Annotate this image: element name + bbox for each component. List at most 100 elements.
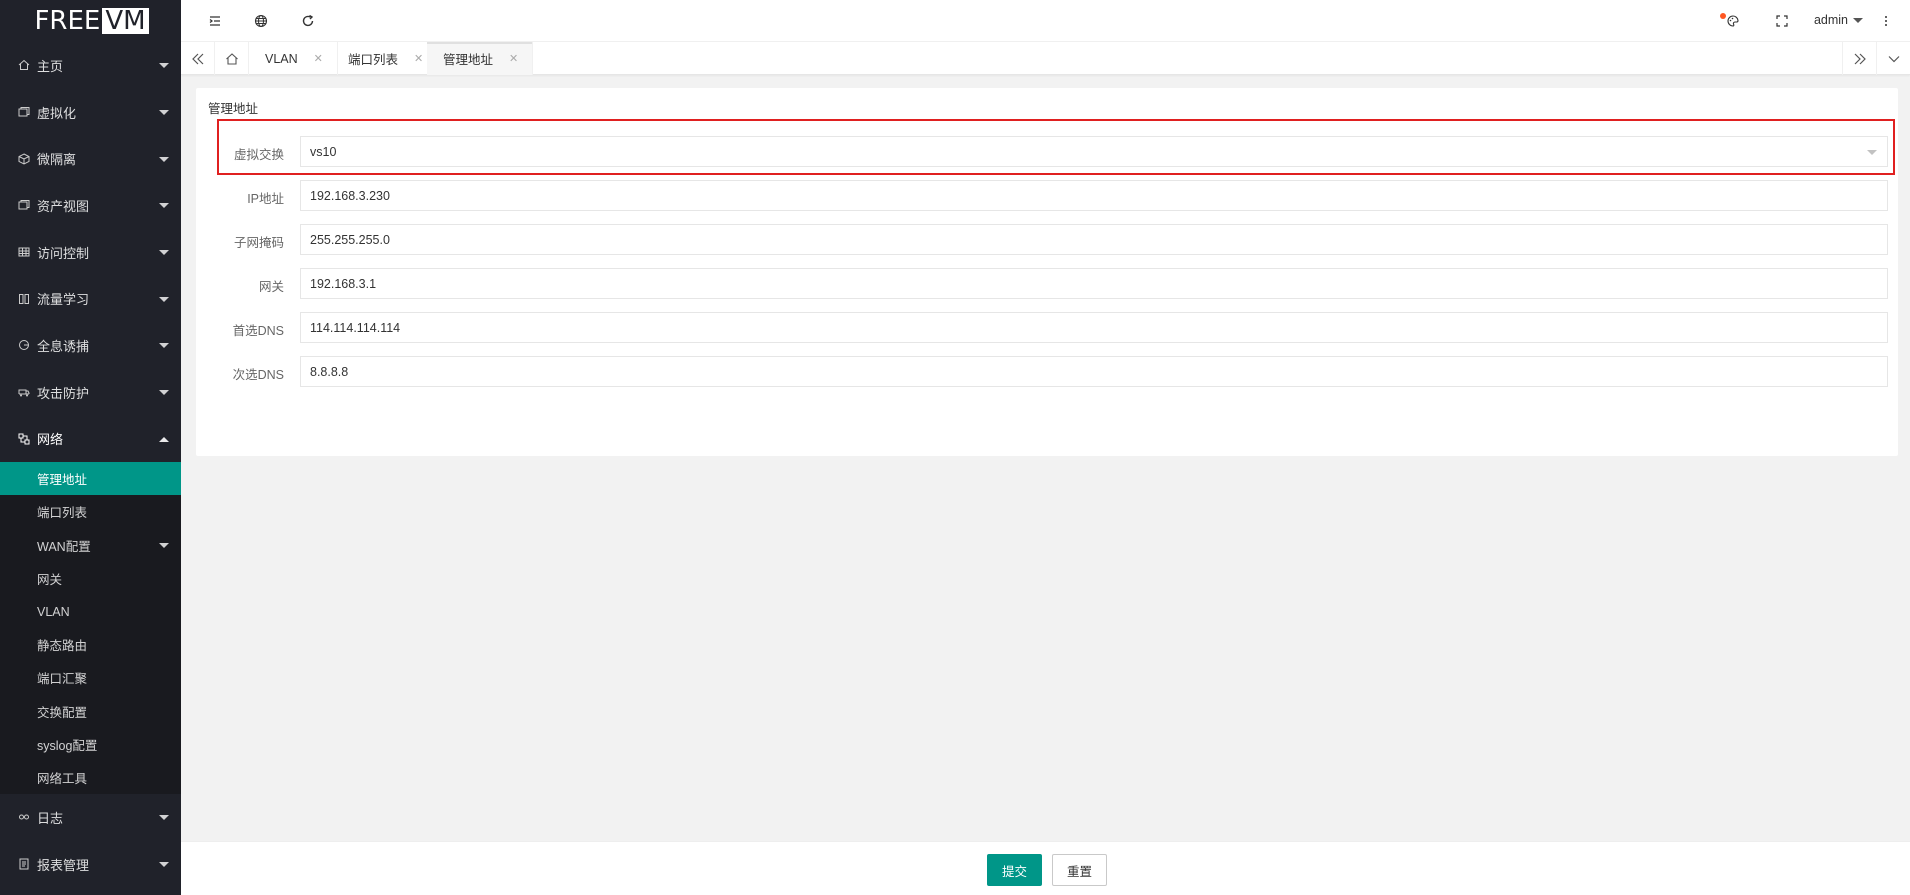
close-icon[interactable]: ✕ bbox=[509, 52, 518, 65]
form-row-virtual-switch: 虚拟交换 vs10 bbox=[196, 136, 1898, 167]
home-icon bbox=[225, 52, 238, 65]
chevron-up-icon bbox=[159, 436, 169, 442]
field-label: 首选DNS bbox=[232, 324, 284, 338]
network-submenu: 管理地址 端口列表 WAN配置 网关 VLAN 静态路由 端口汇聚 交换配置 s… bbox=[0, 462, 181, 795]
sidebar-item-honeypot[interactable]: 全息诱捕 bbox=[0, 322, 181, 369]
sidebar-subitem-network-tools[interactable]: 网络工具 bbox=[0, 761, 181, 794]
user-menu[interactable]: admin bbox=[1814, 13, 1863, 27]
grid-icon bbox=[18, 246, 30, 258]
sidebar-item-report-management[interactable]: 报表管理 bbox=[0, 841, 181, 888]
file-icon bbox=[18, 858, 30, 870]
tab-label: 管理地址 bbox=[443, 53, 494, 67]
ip-address-input[interactable]: 192.168.3.230 bbox=[300, 180, 1888, 211]
sidebar-item-label: 主页 bbox=[37, 58, 64, 74]
sidebar-subitem-vlan[interactable]: VLAN bbox=[0, 595, 181, 628]
sidebar-subitem-wan-config[interactable]: WAN配置 bbox=[0, 529, 181, 562]
menu-collapse-icon[interactable] bbox=[208, 14, 222, 28]
sidebar-item-label: 日志 bbox=[37, 810, 64, 826]
target-icon bbox=[18, 339, 30, 351]
sidebar-item-access-control[interactable]: 访问控制 bbox=[0, 229, 181, 276]
close-icon[interactable]: ✕ bbox=[414, 52, 423, 65]
field-label: 虚拟交换 bbox=[233, 148, 284, 162]
tab-home[interactable] bbox=[215, 42, 249, 75]
virtual-switch-select[interactable]: vs10 bbox=[300, 136, 1888, 167]
chevron-down-icon bbox=[159, 110, 169, 116]
chevron-down-icon bbox=[159, 543, 169, 549]
chevron-down-icon bbox=[159, 862, 169, 868]
tabs-menu-button[interactable] bbox=[1876, 42, 1910, 75]
sidebar-item-logs[interactable]: 日志 bbox=[0, 794, 181, 841]
form-row-subnet-mask: 子网掩码 255.255.255.0 bbox=[196, 224, 1898, 255]
chevron-down-icon bbox=[1888, 55, 1899, 62]
sidebar-item-label: 网络 bbox=[37, 432, 64, 448]
fullscreen-icon[interactable] bbox=[1775, 14, 1789, 28]
sidebar-item-traffic-learning[interactable]: 流量学习 bbox=[0, 275, 181, 322]
sidebar-item-micro-isolation[interactable]: 微隔离 bbox=[0, 135, 181, 182]
theme-palette-icon[interactable] bbox=[1726, 14, 1740, 28]
more-vertical-icon[interactable] bbox=[1879, 14, 1893, 28]
refresh-icon[interactable] bbox=[301, 14, 315, 28]
globe-icon[interactable] bbox=[254, 14, 268, 28]
network-icon bbox=[18, 433, 30, 445]
tab-label: 端口列表 bbox=[348, 53, 399, 67]
sidebar-item-network[interactable]: 网络 bbox=[0, 416, 181, 463]
chevron-down-icon bbox=[159, 203, 169, 209]
sidebar-subitem-management-address[interactable]: 管理地址 bbox=[0, 462, 181, 496]
sidebar-item-attack-protection[interactable]: 攻击防护 bbox=[0, 369, 181, 416]
user-name: admin bbox=[1813, 13, 1848, 27]
tabs-bar: VLAN ✕ 端口列表 ✕ 管理地址 ✕ bbox=[181, 42, 1910, 75]
home-icon bbox=[18, 59, 30, 71]
sidebar-subitem-gateway[interactable]: 网关 bbox=[0, 562, 181, 595]
field-label: 网关 bbox=[258, 280, 284, 294]
form-row-primary-dns: 首选DNS 114.114.114.114 bbox=[196, 312, 1898, 343]
chevron-down-icon bbox=[159, 296, 169, 302]
chevron-down-icon bbox=[1853, 17, 1863, 23]
sidebar-item-virtualization[interactable]: 虚拟化 bbox=[0, 89, 181, 136]
reset-button[interactable]: 重置 bbox=[1052, 854, 1108, 886]
chevron-down-icon bbox=[159, 815, 169, 821]
chevron-down-icon bbox=[159, 250, 169, 256]
close-icon[interactable]: ✕ bbox=[314, 52, 323, 65]
chevron-down-icon bbox=[1867, 150, 1877, 155]
tab-vlan[interactable]: VLAN ✕ bbox=[249, 42, 338, 75]
tab-port-list[interactable]: 端口列表 ✕ bbox=[332, 42, 439, 75]
field-label: 子网掩码 bbox=[233, 236, 284, 250]
sidebar-item-label: 报表管理 bbox=[37, 857, 90, 873]
tabs-scroll-left-button[interactable] bbox=[181, 42, 215, 75]
logo[interactable]: FREE VM bbox=[0, 0, 181, 42]
chevron-down-icon bbox=[159, 156, 169, 162]
truck-icon bbox=[18, 386, 30, 398]
secondary-dns-input[interactable]: 8.8.8.8 bbox=[300, 356, 1888, 387]
form-footer: 提交 重置 bbox=[181, 841, 1910, 895]
sidebar-item-label: 全息诱捕 bbox=[37, 338, 90, 354]
sidebar-item-label: 资产视图 bbox=[37, 198, 90, 214]
logo-text-free: FREE bbox=[34, 6, 101, 36]
management-address-form: 管理地址 虚拟交换 vs10 IP地址 192.168.3.230 子网掩码 2… bbox=[196, 88, 1898, 456]
double-chevron-left-icon bbox=[191, 53, 203, 64]
tab-label: VLAN bbox=[265, 51, 298, 66]
layers-icon bbox=[18, 199, 30, 211]
sidebar-item-label: 微隔离 bbox=[37, 152, 77, 168]
logo-text-vm: VM bbox=[102, 8, 149, 34]
form-row-secondary-dns: 次选DNS 8.8.8.8 bbox=[196, 356, 1898, 387]
primary-dns-input[interactable]: 114.114.114.114 bbox=[300, 312, 1888, 343]
sidebar-subitem-port-list[interactable]: 端口列表 bbox=[0, 495, 181, 528]
sidebar-item-home[interactable]: 主页 bbox=[0, 42, 181, 89]
field-label: 次选DNS bbox=[232, 368, 284, 382]
cube-icon bbox=[18, 153, 30, 165]
link-icon bbox=[18, 811, 30, 823]
tabs-scroll-right-button[interactable] bbox=[1842, 42, 1876, 75]
sidebar-item-label: 攻击防护 bbox=[37, 385, 90, 401]
sidebar-subitem-syslog-config[interactable]: syslog配置 bbox=[0, 728, 181, 761]
sidebar-item-label: 虚拟化 bbox=[37, 105, 77, 121]
chevron-down-icon bbox=[159, 63, 169, 69]
sidebar-subitem-static-route[interactable]: 静态路由 bbox=[0, 628, 181, 661]
tab-management-address[interactable]: 管理地址 ✕ bbox=[427, 42, 534, 75]
gateway-input[interactable]: 192.168.3.1 bbox=[300, 268, 1888, 299]
sidebar-subitem-port-aggregation[interactable]: 端口汇聚 bbox=[0, 661, 181, 694]
sidebar-item-asset-view[interactable]: 资产视图 bbox=[0, 182, 181, 229]
subnet-mask-input[interactable]: 255.255.255.0 bbox=[300, 224, 1888, 255]
submit-button[interactable]: 提交 bbox=[987, 854, 1043, 886]
sidebar-subitem-switch-config[interactable]: 交换配置 bbox=[0, 695, 181, 728]
form-row-ip-address: IP地址 192.168.3.230 bbox=[196, 180, 1898, 211]
